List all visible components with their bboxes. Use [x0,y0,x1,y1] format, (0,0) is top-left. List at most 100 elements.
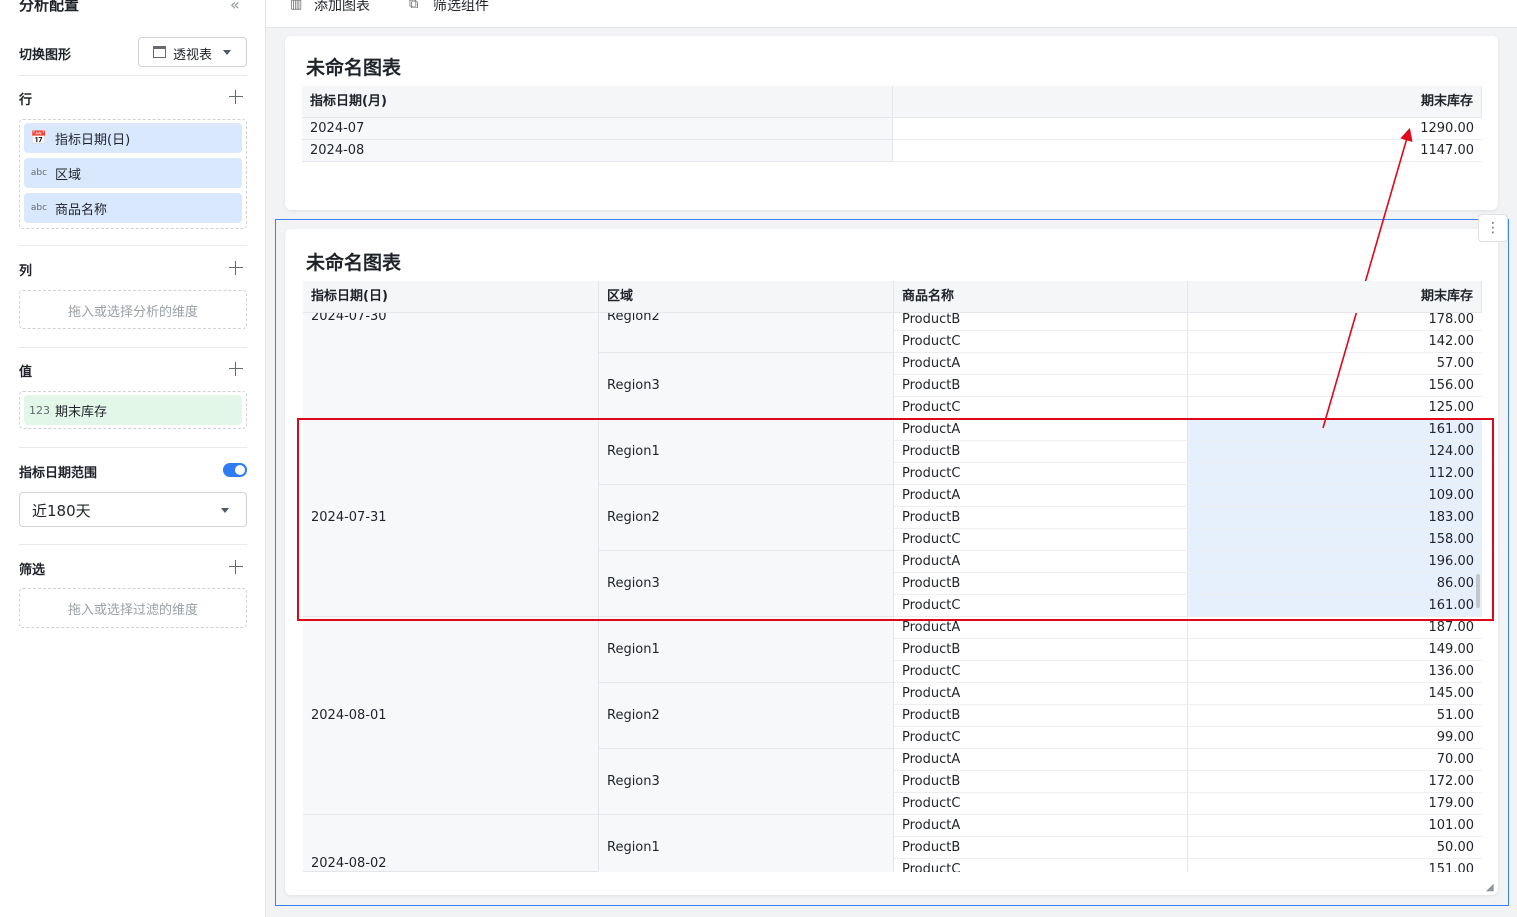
row-field-region[interactable]: abc 区域 [24,158,242,188]
value-cell[interactable]: 142.00 [1188,331,1482,353]
divider [19,347,247,348]
product-cell[interactable]: ProductB [894,771,1188,793]
chevron-down-icon [221,508,229,513]
date-range-value: 近180天 [32,502,91,520]
product-cell[interactable]: ProductB [894,705,1188,727]
chart-type-value: 透视表 [173,48,213,63]
value-cell[interactable]: 172.00 [1188,771,1482,793]
value-cell[interactable]: 57.00 [1188,353,1482,375]
collapse-icon[interactable]: « [230,0,240,14]
month-cell[interactable]: 2024-07 [302,118,893,140]
app: 分析配置 « 切换图形 透视表 行 📅 指标日期(日) abc 区域 abc 商… [0,0,1517,917]
row-field-date[interactable]: 📅 指标日期(日) [24,123,242,153]
value-field-label: 期末库存 [55,404,108,420]
add-chart-button[interactable]: ▥ 添加图表 [290,0,370,15]
chart-type-select[interactable]: 透视表 [138,37,247,67]
product-cell[interactable]: ProductB [894,375,1188,397]
date-range-toggle[interactable] [223,463,247,477]
product-cell[interactable]: ProductC [894,793,1188,815]
add-chart-label: 添加图表 [314,0,370,14]
chevron-down-icon [223,50,231,55]
value-cell[interactable]: 179.00 [1188,793,1482,815]
product-cell[interactable]: ProductA [894,353,1188,375]
value-cell[interactable]: 70.00 [1188,749,1482,771]
rows-label: 行 [19,93,33,108]
filter-placeholder: 拖入或选择过滤的维度 [67,603,198,618]
value-cell[interactable]: 151.00 [1188,859,1482,872]
product-cell[interactable]: ProductC [894,661,1188,683]
product-cell[interactable]: ProductA [894,815,1188,837]
date-range-select[interactable]: 近180天 [19,492,247,527]
value-field-ending-inventory[interactable]: 123 期末库存 [24,395,242,425]
add-filter-icon[interactable] [228,559,244,575]
add-row-icon[interactable] [228,89,244,105]
header-date[interactable]: 指标日期(日) [303,281,599,313]
date-cell[interactable]: 2024-08-01 [303,617,599,815]
pivot-table-icon [153,46,166,58]
value-cell[interactable]: 101.00 [1188,815,1482,837]
header-ending-inventory[interactable]: 期末库存 [1188,281,1482,313]
row-field-label: 指标日期(日) [55,132,131,148]
date-cell[interactable]: 2024-08-02 [303,815,599,872]
region-cell[interactable]: Region2 [599,309,894,353]
month-cell[interactable]: 2024-08 [302,140,893,162]
toolbar: ▥ 添加图表 ⧉ 筛选组件 [266,0,1517,28]
add-column-icon[interactable] [228,260,244,276]
value-cell[interactable]: 136.00 [1188,661,1482,683]
filter-widget-icon: ⧉ [409,0,419,12]
product-cell[interactable]: ProductC [894,397,1188,419]
rows-dropzone[interactable]: 📅 指标日期(日) abc 区域 abc 商品名称 [19,119,247,229]
product-cell[interactable]: ProductA [894,749,1188,771]
product-cell[interactable]: ProductC [894,727,1188,749]
value-cell[interactable]: 1147.00 [893,140,1482,162]
add-value-icon[interactable] [228,361,244,377]
filter-widget-button[interactable]: ⧉ 筛选组件 [409,0,489,15]
header-ending-inventory[interactable]: 期末库存 [893,86,1482,118]
analysis-config-panel: 分析配置 « 切换图形 透视表 行 📅 指标日期(日) abc 区域 abc 商… [0,0,266,917]
product-cell[interactable]: ProductB [894,639,1188,661]
more-options-icon[interactable]: ⋮ [1478,214,1508,242]
values-dropzone[interactable]: 123 期末库存 [19,391,247,429]
region-cell[interactable]: Region2 [599,683,894,749]
value-cell[interactable]: 51.00 [1188,705,1482,727]
number-field-icon: 123 [29,403,50,417]
add-chart-icon: ▥ [290,0,303,12]
region-cell[interactable]: Region1 [599,815,894,872]
row-field-label: 商品名称 [55,202,108,218]
chart-title: 未命名图表 [306,57,402,79]
columns-placeholder: 拖入或选择分析的维度 [67,305,198,320]
filter-widget-label: 筛选组件 [433,0,489,14]
region-cell[interactable]: Region1 [599,617,894,683]
value-cell[interactable]: 1290.00 [893,118,1482,140]
region-cell[interactable]: Region3 [599,353,894,419]
divider [19,245,247,246]
value-cell[interactable]: 145.00 [1188,683,1482,705]
row-field-label: 区域 [55,167,82,183]
value-cell[interactable]: 156.00 [1188,375,1482,397]
header-region[interactable]: 区域 [599,281,894,313]
text-field-icon: abc [30,203,48,213]
product-cell[interactable]: ProductC [894,331,1188,353]
values-label: 值 [19,365,33,380]
columns-dropzone[interactable]: 拖入或选择分析的维度 [19,290,247,329]
value-cell[interactable]: 50.00 [1188,837,1482,859]
value-cell[interactable]: 125.00 [1188,397,1482,419]
region-cell[interactable]: Region3 [599,749,894,815]
chart-card-monthly[interactable]: 未命名图表 指标日期(月) 期末库存 2024-07 1290.00 2024-… [285,36,1498,210]
filter-dropzone[interactable]: 拖入或选择过滤的维度 [19,588,247,628]
columns-label: 列 [19,264,33,279]
product-cell[interactable]: ProductC [894,859,1188,872]
chart-switch-label: 切换图形 [19,48,72,63]
value-cell[interactable]: 149.00 [1188,639,1482,661]
panel-title: 分析配置 [19,0,80,14]
text-field-icon: abc [30,168,48,178]
resize-handle-icon[interactable]: ◢ [1486,882,1494,893]
value-cell[interactable]: 99.00 [1188,727,1482,749]
date-cell[interactable]: 2024-07-30 [303,309,599,419]
header-month[interactable]: 指标日期(月) [302,86,893,118]
row-field-product[interactable]: abc 商品名称 [24,193,242,223]
header-product[interactable]: 商品名称 [894,281,1188,313]
product-cell[interactable]: ProductB [894,837,1188,859]
calendar-icon: 📅 [30,130,48,146]
product-cell[interactable]: ProductA [894,683,1188,705]
